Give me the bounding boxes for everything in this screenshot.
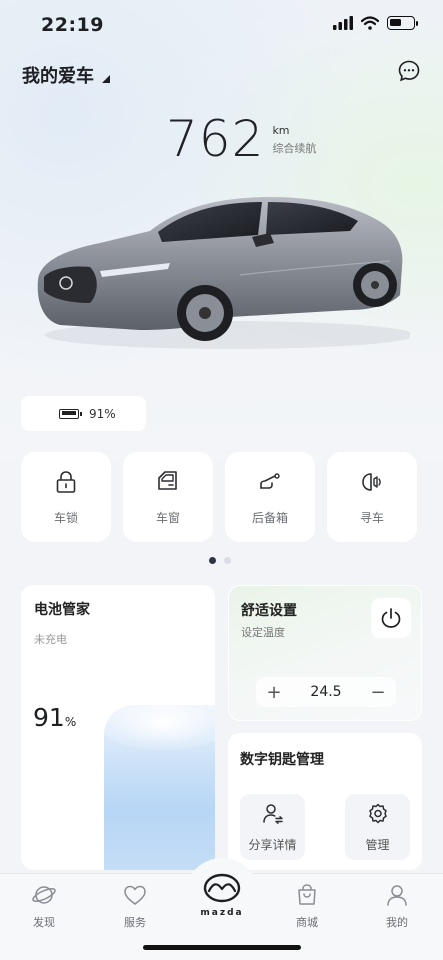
car-image[interactable] (30, 185, 410, 355)
tab-brand-home[interactable]: mazda (185, 858, 259, 932)
battery-level-value: 91% (33, 703, 77, 732)
manage-keys-button[interactable]: 管理 (345, 794, 410, 860)
share-details-button[interactable]: 分享详情 (240, 794, 305, 860)
mazda-wordmark: mazda (200, 907, 244, 918)
battery-card-title: 电池管家 (34, 602, 90, 618)
settings-gear-icon (368, 803, 387, 823)
quick-actions: 车锁 车窗 后备箱 寻车 (21, 452, 417, 542)
manage-label: 管理 (365, 837, 390, 852)
tab-profile[interactable]: 我的 (367, 882, 427, 930)
battery-manager-card[interactable]: 电池管家 未充电 91% (21, 585, 215, 870)
comfort-card-title: 舒适设置 (241, 603, 297, 619)
range-label: 综合续航 (272, 142, 317, 155)
person-icon (387, 885, 407, 906)
shopping-bag-icon (298, 884, 316, 905)
battery-level-pill[interactable]: 91% (21, 396, 146, 431)
tab-mall-label: 商城 (296, 916, 318, 929)
window-button[interactable]: 车窗 (123, 452, 213, 542)
range-value: 762 (166, 110, 265, 168)
tab-discover[interactable]: 发现 (14, 882, 74, 930)
battery-percent: 91% (89, 406, 116, 421)
tab-service-label: 服务 (124, 916, 146, 929)
trunk-label: 后备箱 (251, 510, 288, 525)
lock-icon (56, 470, 76, 493)
planet-icon (32, 886, 56, 904)
share-user-icon (262, 803, 283, 824)
status-bar: 22:19 (0, 0, 443, 50)
lock-button[interactable]: 车锁 (21, 452, 111, 542)
vehicle-selector[interactable]: 我的爱车 (22, 62, 110, 88)
window-label: 车窗 (155, 510, 180, 525)
lock-label: 车锁 (53, 510, 78, 525)
tab-profile-label: 我的 (386, 916, 408, 929)
climate-power-button[interactable] (371, 598, 411, 638)
digital-key-title: 数字钥匙管理 (240, 752, 324, 768)
page-dot-active[interactable] (209, 557, 216, 564)
range-display: 762 km 综合续航 (166, 110, 316, 168)
decrease-temp-button[interactable]: − (370, 682, 386, 703)
temperature-stepper: + 24.5 − (256, 677, 396, 707)
charging-status: 未充电 (34, 633, 67, 646)
share-details-label: 分享详情 (248, 837, 297, 852)
wifi-icon (361, 16, 379, 30)
power-icon (381, 608, 401, 628)
status-time: 22:19 (41, 14, 104, 36)
page-title: 我的爱车 (22, 66, 94, 87)
car-window-icon (158, 470, 177, 490)
dropdown-caret-icon (102, 75, 110, 83)
find-car-label: 寻车 (359, 510, 384, 525)
home-indicator[interactable] (143, 945, 301, 950)
headlight-horn-icon (362, 472, 381, 491)
page-dot[interactable] (224, 557, 231, 564)
trunk-button[interactable]: 后备箱 (225, 452, 315, 542)
mazda-logo-icon (203, 873, 241, 902)
increase-temp-button[interactable]: + (266, 682, 282, 703)
chat-bubble-icon[interactable] (397, 59, 421, 83)
trunk-icon (260, 472, 280, 489)
cellular-signal-icon (333, 16, 353, 30)
page-indicator (209, 557, 231, 564)
range-unit: km (272, 124, 290, 137)
find-car-button[interactable]: 寻车 (327, 452, 417, 542)
digital-key-card[interactable]: 数字钥匙管理 分享详情 管理 (228, 733, 422, 870)
tab-discover-label: 发现 (33, 916, 55, 929)
tab-service[interactable]: 服务 (105, 882, 165, 930)
battery-icon (59, 408, 82, 419)
temperature-value: 24.5 (310, 684, 342, 700)
tab-mall[interactable]: 商城 (277, 882, 337, 930)
battery-level-graphic (104, 705, 215, 870)
heart-icon (124, 885, 146, 905)
set-temperature-label: 设定温度 (241, 626, 285, 639)
status-icons (333, 16, 418, 30)
battery-status-icon (387, 16, 418, 30)
comfort-settings-card[interactable]: 舒适设置 设定温度 + 24.5 − (228, 585, 422, 721)
